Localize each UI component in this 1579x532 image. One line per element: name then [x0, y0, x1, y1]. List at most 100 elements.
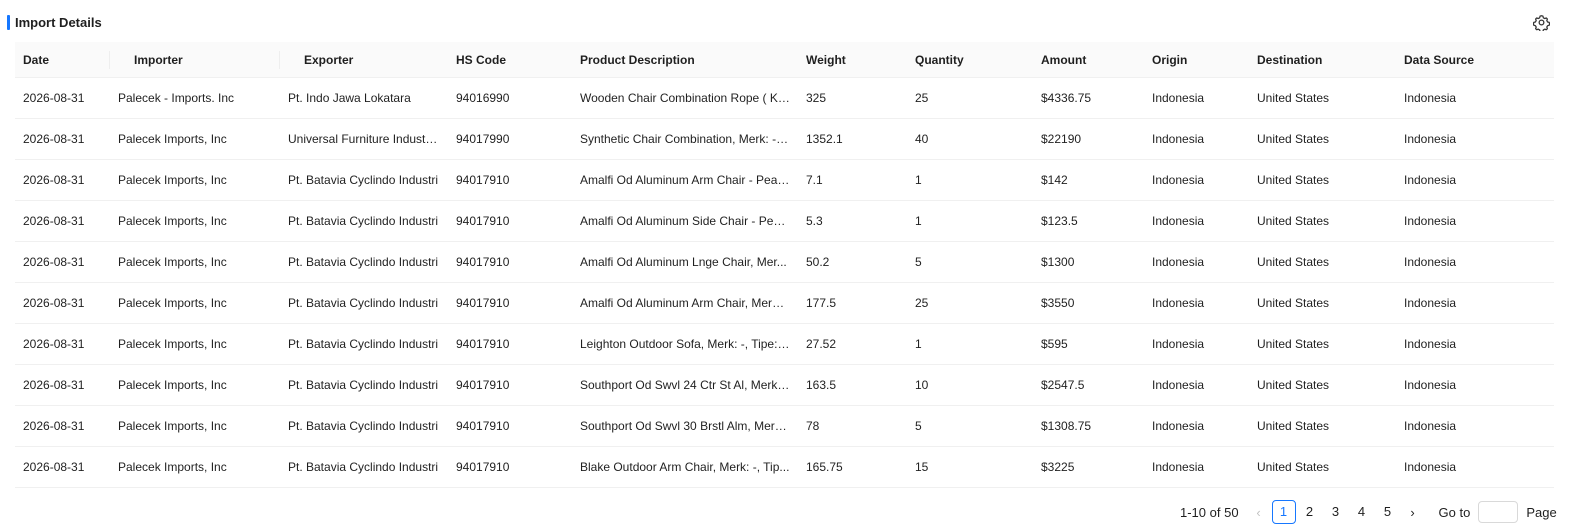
- column-header-weight[interactable]: Weight: [798, 42, 907, 78]
- cell-importer: Palecek Imports, Inc: [110, 118, 280, 160]
- cell-weight: 325: [798, 77, 907, 119]
- cell-data-source: Indonesia: [1396, 364, 1554, 406]
- table-row[interactable]: 2026-08-31 Palecek Imports, Inc Pt. Batavi…: [15, 241, 1554, 283]
- page-button-1[interactable]: 1: [1271, 500, 1296, 524]
- cell-data-source: Indonesia: [1396, 118, 1554, 160]
- table-row[interactable]: 2026-08-31 Palecek Imports, Inc Pt. Batavi…: [15, 364, 1554, 406]
- cell-origin: Indonesia: [1144, 118, 1249, 160]
- table-row[interactable]: 2026-08-31 Palecek Imports, Inc Pt. Batavi…: [15, 446, 1554, 488]
- cell-data-source: Indonesia: [1396, 241, 1554, 283]
- column-header-hs-code[interactable]: HS Code: [448, 42, 572, 78]
- cell-weight: 165.75: [798, 446, 907, 488]
- cell-weight: 7.1: [798, 159, 907, 201]
- cell-amount: $2547.5: [1033, 364, 1144, 406]
- cell-weight: 50.2: [798, 241, 907, 283]
- cell-amount: $3550: [1033, 282, 1144, 324]
- pagination-total: 1-10 of 50: [1180, 504, 1239, 520]
- cell-product-description: Southport Od Swvl 30 Brstl Alm, Merk:...: [572, 405, 798, 447]
- cell-quantity: 5: [907, 241, 1033, 283]
- cell-origin: Indonesia: [1144, 241, 1249, 283]
- next-page-icon[interactable]: ›: [1401, 500, 1425, 524]
- table-row[interactable]: 2026-08-31 Palecek Imports, Inc Pt. Batavi…: [15, 405, 1554, 447]
- table-row[interactable]: 2026-08-31 Palecek Imports, Inc Universal …: [15, 118, 1554, 160]
- cell-hs-code: 94017910: [448, 446, 572, 488]
- cell-weight: 78: [798, 405, 907, 447]
- cell-quantity: 25: [907, 77, 1033, 119]
- cell-amount: $1308.75: [1033, 405, 1144, 447]
- column-header-quantity[interactable]: Quantity: [907, 42, 1033, 78]
- cell-hs-code: 94017910: [448, 159, 572, 201]
- cell-origin: Indonesia: [1144, 364, 1249, 406]
- cell-weight: 27.52: [798, 323, 907, 365]
- cell-amount: $595: [1033, 323, 1144, 365]
- page-button-3[interactable]: 3: [1324, 500, 1348, 524]
- cell-origin: Indonesia: [1144, 282, 1249, 324]
- cell-destination: United States: [1249, 446, 1396, 488]
- cell-importer: Palecek Imports, Inc: [110, 159, 280, 201]
- pagination: 1-10 of 50 ‹ 12345 › Go to Page: [1180, 500, 1557, 524]
- column-header-exporter[interactable]: Exporter: [280, 42, 448, 78]
- cell-origin: Indonesia: [1144, 405, 1249, 447]
- cell-destination: United States: [1249, 364, 1396, 406]
- cell-amount: $22190: [1033, 118, 1144, 160]
- cell-product-description: Leighton Outdoor Sofa, Merk: -, Tipe: ..…: [572, 323, 798, 365]
- cell-data-source: Indonesia: [1396, 323, 1554, 365]
- column-header-product-description[interactable]: Product Description: [572, 42, 798, 78]
- cell-quantity: 15: [907, 446, 1033, 488]
- cell-quantity: 5: [907, 405, 1033, 447]
- cell-destination: United States: [1249, 282, 1396, 324]
- section-header: Import Details: [0, 0, 1579, 44]
- gear-icon[interactable]: [1533, 14, 1550, 31]
- cell-hs-code: 94017910: [448, 241, 572, 283]
- cell-data-source: Indonesia: [1396, 200, 1554, 242]
- cell-quantity: 10: [907, 364, 1033, 406]
- cell-date: 2026-08-31: [15, 77, 110, 119]
- column-header-destination[interactable]: Destination: [1249, 42, 1396, 78]
- cell-exporter: Pt. Indo Jawa Lokatara: [280, 77, 448, 119]
- table-row[interactable]: 2026-08-31 Palecek Imports, Inc Pt. Batavi…: [15, 200, 1554, 242]
- cell-importer: Palecek Imports, Inc: [110, 364, 280, 406]
- cell-data-source: Indonesia: [1396, 282, 1554, 324]
- cell-hs-code: 94017910: [448, 323, 572, 365]
- cell-amount: $3225: [1033, 446, 1144, 488]
- cell-destination: United States: [1249, 323, 1396, 365]
- page-button-5[interactable]: 5: [1376, 500, 1400, 524]
- cell-product-description: Amalfi Od Aluminum Side Chair - Pear...: [572, 200, 798, 242]
- cell-product-description: Amalfi Od Aluminum Arm Chair - Pear...: [572, 159, 798, 201]
- page-label: Page: [1526, 504, 1557, 520]
- cell-weight: 1352.1: [798, 118, 907, 160]
- cell-destination: United States: [1249, 241, 1396, 283]
- column-header-amount[interactable]: Amount: [1033, 42, 1144, 78]
- cell-date: 2026-08-31: [15, 159, 110, 201]
- cell-origin: Indonesia: [1144, 323, 1249, 365]
- cell-date: 2026-08-31: [15, 118, 110, 160]
- cell-quantity: 25: [907, 282, 1033, 324]
- table-row[interactable]: 2026-08-31 Palecek Imports, Inc Pt. Batavi…: [15, 282, 1554, 324]
- cell-importer: Palecek Imports, Inc: [110, 200, 280, 242]
- column-header-origin[interactable]: Origin: [1144, 42, 1249, 78]
- cell-origin: Indonesia: [1144, 159, 1249, 201]
- cell-product-description: Synthetic Chair Combination, Merk: -, ..…: [572, 118, 798, 160]
- table-row[interactable]: 2026-08-31 Palecek - Imports. Inc Pt. Indo…: [15, 77, 1554, 119]
- cell-hs-code: 94017910: [448, 405, 572, 447]
- cell-product-description: Amalfi Od Aluminum Lnge Chair, Mer...: [572, 241, 798, 283]
- page-button-4[interactable]: 4: [1350, 500, 1374, 524]
- cell-exporter: Pt. Batavia Cyclindo Industri: [280, 405, 448, 447]
- page-button-2[interactable]: 2: [1298, 500, 1322, 524]
- cell-quantity: 1: [907, 159, 1033, 201]
- column-header-importer[interactable]: Importer: [110, 42, 280, 78]
- cell-data-source: Indonesia: [1396, 446, 1554, 488]
- table-row[interactable]: 2026-08-31 Palecek Imports, Inc Pt. Batavi…: [15, 323, 1554, 365]
- cell-origin: Indonesia: [1144, 446, 1249, 488]
- column-header-date[interactable]: Date: [15, 42, 110, 78]
- cell-exporter: Pt. Batavia Cyclindo Industri: [280, 323, 448, 365]
- cell-product-description: Southport Od Swvl 24 Ctr St Al, Merk: ..…: [572, 364, 798, 406]
- goto-page-input[interactable]: [1478, 501, 1519, 523]
- cell-date: 2026-08-31: [15, 405, 110, 447]
- table-row[interactable]: 2026-08-31 Palecek Imports, Inc Pt. Batavi…: [15, 159, 1554, 201]
- table-header-row: Date Importer Exporter HS Code Product D…: [15, 42, 1554, 78]
- prev-page-icon[interactable]: ‹: [1247, 500, 1271, 524]
- cell-data-source: Indonesia: [1396, 159, 1554, 201]
- cell-origin: Indonesia: [1144, 77, 1249, 119]
- column-header-data-source[interactable]: Data Source: [1396, 42, 1554, 78]
